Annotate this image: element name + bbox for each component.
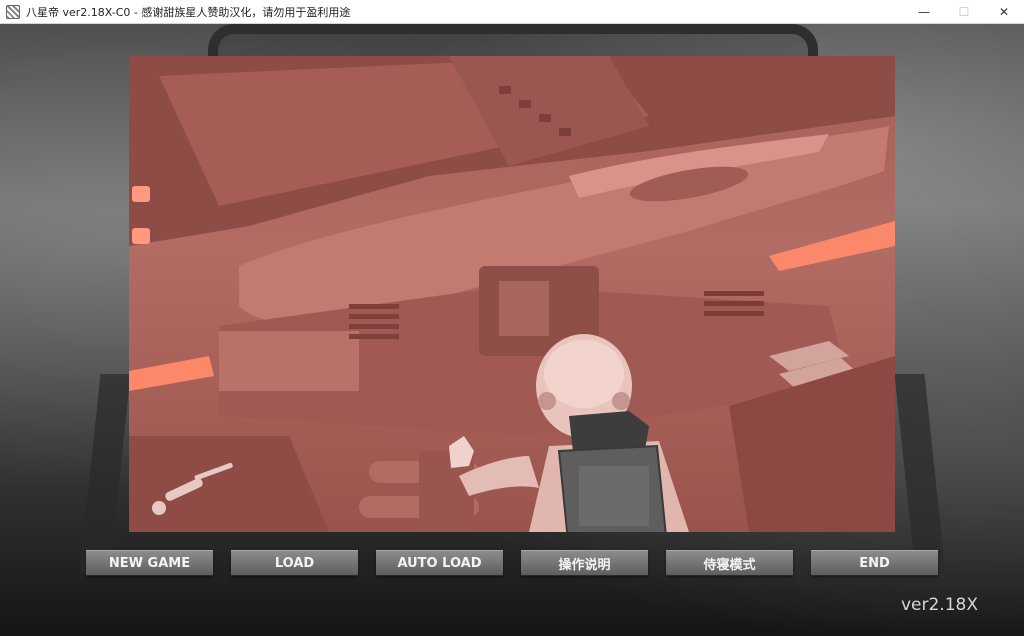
background-pillar-right (894, 374, 946, 574)
close-button[interactable]: ✕ (984, 0, 1024, 23)
minimize-button[interactable]: — (904, 0, 944, 23)
new-game-button[interactable]: NEW GAME (86, 550, 213, 576)
app-icon (6, 4, 20, 19)
title-screen: NEW GAME LOAD AUTO LOAD 操作说明 侍寝模式 END ve… (0, 24, 1024, 636)
window-title: 八星帝 ver2.18X-C0 - 感谢甜族星人赞助汉化，请勿用于盈利用途 (26, 5, 351, 19)
background-pillar-left (79, 374, 131, 574)
maximize-button[interactable]: ☐ (944, 0, 984, 23)
attendance-mode-button[interactable]: 侍寝模式 (666, 550, 793, 576)
end-button[interactable]: END (811, 550, 938, 576)
window-controls: — ☐ ✕ (904, 0, 1024, 23)
auto-load-button[interactable]: AUTO LOAD (376, 550, 503, 576)
version-label: ver2.18X (900, 595, 978, 615)
load-button[interactable]: LOAD (231, 550, 358, 576)
title-artwork (129, 56, 895, 532)
instructions-button[interactable]: 操作说明 (521, 550, 648, 576)
main-menu: NEW GAME LOAD AUTO LOAD 操作说明 侍寝模式 END (86, 550, 938, 576)
window-titlebar: 八星帝 ver2.18X-C0 - 感谢甜族星人赞助汉化，请勿用于盈利用途 — … (0, 0, 1024, 24)
